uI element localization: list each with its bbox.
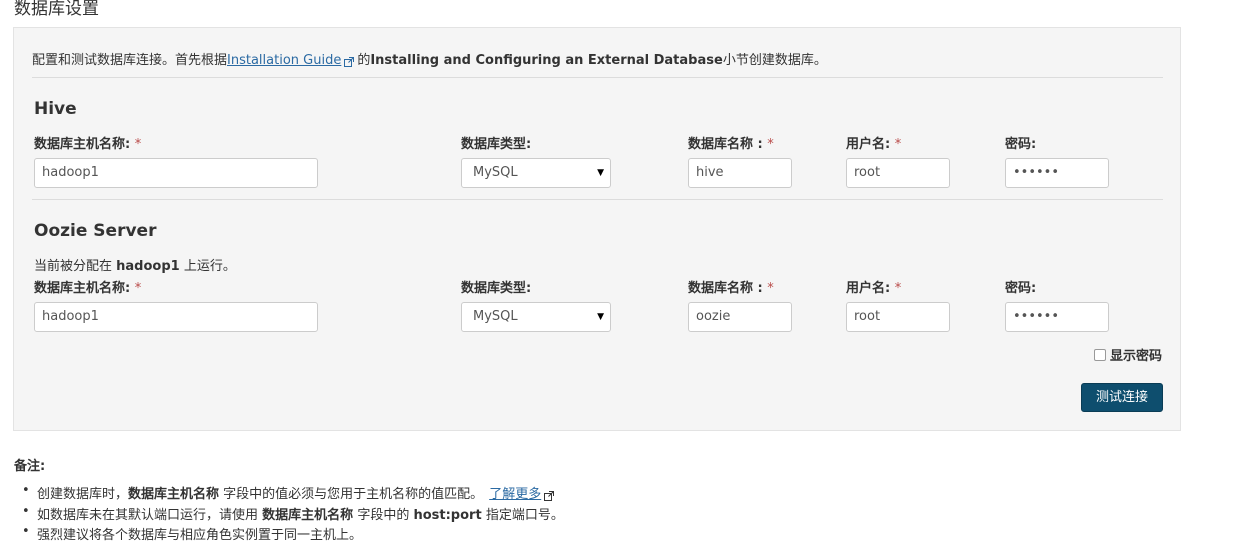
intro-bold: Installing and Configuring an External D…: [370, 53, 723, 68]
oozie-username-input[interactable]: root: [846, 302, 950, 332]
hive-password-input[interactable]: ••••••: [1005, 158, 1109, 188]
oozie-section-title: Oozie Server: [34, 221, 157, 241]
hive-host-input[interactable]: hadoop1: [34, 158, 318, 188]
hive-username-label: 用户名: *: [846, 137, 902, 152]
oozie-username-label: 用户名: *: [846, 281, 902, 296]
oozie-password-input[interactable]: ••••••: [1005, 302, 1109, 332]
notes-list: 创建数据库时，数据库主机名称 字段中的值必须与您用于主机名称的值匹配。了解更多 …: [22, 483, 564, 545]
intro-mid: 的: [357, 53, 371, 68]
dropdown-arrow-icon: ▼: [597, 312, 604, 322]
external-link-icon: [544, 490, 555, 501]
oozie-db-type-select[interactable]: MySQL ▼: [461, 302, 611, 332]
hive-db-type-select[interactable]: MySQL ▼: [461, 158, 611, 188]
oozie-assigned-host-text: 当前被分配在 hadoop1 上运行。: [34, 259, 236, 274]
hive-username-input[interactable]: root: [846, 158, 950, 188]
hive-db-type-label: 数据库类型:: [461, 137, 532, 152]
show-password-checkbox[interactable]: [1093, 348, 1106, 361]
page-title: 数据库设置: [14, 0, 99, 19]
hive-db-name-label: 数据库名称 : *: [688, 137, 774, 152]
hive-password-label: 密码:: [1005, 137, 1037, 152]
oozie-host-label: 数据库主机名称: *: [34, 281, 142, 296]
oozie-db-name-label: 数据库名称 : *: [688, 281, 774, 296]
database-settings-panel: 配置和测试数据库连接。首先根据Installation Guide 的Instal…: [13, 27, 1181, 431]
intro-suffix: 小节创建数据库。: [722, 53, 827, 68]
oozie-db-name-input[interactable]: oozie: [688, 302, 792, 332]
hive-host-label: 数据库主机名称: *: [34, 137, 142, 152]
notes-title: 备注:: [14, 459, 46, 474]
list-item: 创建数据库时，数据库主机名称 字段中的值必须与您用于主机名称的值匹配。了解更多: [22, 483, 564, 504]
oozie-host-input[interactable]: hadoop1: [34, 302, 318, 332]
oozie-db-type-label: 数据库类型:: [461, 281, 532, 296]
test-connection-button[interactable]: 测试连接: [1081, 383, 1163, 412]
external-link-icon: [344, 56, 355, 67]
list-item: 如数据库未在其默认端口运行，请使用 数据库主机名称 字段中的 host:port…: [22, 504, 564, 525]
intro-prefix: 配置和测试数据库连接。首先根据: [32, 53, 228, 68]
learn-more-link[interactable]: 了解更多: [489, 487, 541, 502]
show-password-label: 显示密码: [1109, 349, 1162, 364]
oozie-password-label: 密码:: [1005, 281, 1037, 296]
divider: [32, 77, 1163, 78]
installation-guide-link[interactable]: Installation Guide: [227, 53, 341, 68]
show-password-toggle[interactable]: 显示密码: [1093, 345, 1162, 364]
hive-section-title: Hive: [34, 99, 77, 119]
hive-db-name-input[interactable]: hive: [688, 158, 792, 188]
intro-text: 配置和测试数据库连接。首先根据Installation Guide 的Instal…: [32, 49, 827, 68]
list-item: 强烈建议将各个数据库与相应角色实例置于同一主机上。: [22, 524, 564, 545]
divider: [32, 199, 1163, 200]
dropdown-arrow-icon: ▼: [597, 168, 604, 178]
